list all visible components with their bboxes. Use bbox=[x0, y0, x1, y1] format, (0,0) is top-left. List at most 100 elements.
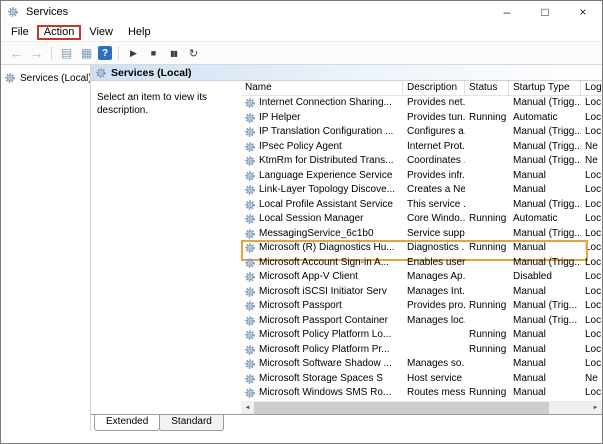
service-name-cell: MessagingService_6c1b0 bbox=[241, 227, 403, 242]
service-name: Microsoft Policy Platform Lo... bbox=[259, 329, 392, 340]
service-status bbox=[465, 183, 509, 198]
start-service-icon[interactable]: ▶ bbox=[125, 45, 142, 62]
service-row[interactable]: Language Experience Service Provides infr… bbox=[241, 169, 602, 184]
restart-service-icon[interactable]: ↻ bbox=[185, 45, 202, 62]
service-gear-icon bbox=[244, 170, 256, 182]
service-row[interactable]: Link-Layer Topology Discove... Creates a … bbox=[241, 183, 602, 198]
menubar: File Action View Help bbox=[1, 23, 602, 42]
list-body: Internet Connection Sharing... Provides n… bbox=[241, 96, 602, 401]
window-title: Services bbox=[26, 6, 69, 18]
menu-item-file[interactable]: File bbox=[4, 25, 36, 40]
service-row[interactable]: Microsoft Windows SMS Ro... Routes mess..… bbox=[241, 386, 602, 401]
tree-item-services-local[interactable]: Services (Local) bbox=[1, 70, 90, 86]
service-logon-as: Loc bbox=[585, 285, 602, 297]
scroll-right-icon[interactable]: ► bbox=[589, 402, 602, 414]
main-content: Select an item to view its description. … bbox=[91, 81, 602, 414]
service-row[interactable]: KtmRm for Distributed Trans... Coordinate… bbox=[241, 154, 602, 169]
service-logon-as: Loc bbox=[585, 111, 602, 123]
service-startup-type: Manual (Trig... bbox=[513, 314, 578, 326]
service-row[interactable]: Internet Connection Sharing... Provides n… bbox=[241, 96, 602, 111]
description-prompt: Select an item to view its description. bbox=[97, 92, 208, 116]
minimize-button[interactable]: – bbox=[488, 1, 526, 23]
service-row[interactable]: Microsoft App-V Client Manages Ap... Disab… bbox=[241, 270, 602, 285]
service-gear-icon bbox=[244, 141, 256, 153]
horizontal-scrollbar[interactable]: ◄ ► bbox=[241, 401, 602, 414]
tab-extended[interactable]: Extended bbox=[94, 415, 161, 431]
pause-service-icon[interactable]: ▮▮ bbox=[165, 45, 182, 62]
main-header: Services (Local) bbox=[91, 65, 602, 81]
service-description bbox=[403, 343, 465, 358]
stop-service-icon[interactable]: ■ bbox=[145, 45, 162, 62]
service-name: Link-Layer Topology Discove... bbox=[259, 184, 395, 195]
tab-standard[interactable]: Standard bbox=[159, 415, 224, 431]
service-status bbox=[465, 227, 509, 242]
services-list-pane: NameDescriptionStatusStartup TypeLog On … bbox=[241, 81, 602, 414]
column-header-description[interactable]: Description bbox=[403, 81, 465, 95]
service-description: Core Windo... bbox=[407, 213, 465, 224]
column-header-startup-type[interactable]: Startup Type bbox=[509, 81, 581, 95]
service-row[interactable]: MessagingService_6c1b0 Service supp... Man… bbox=[241, 227, 602, 242]
menu-item-view[interactable]: View bbox=[82, 25, 120, 40]
scroll-track[interactable] bbox=[254, 402, 589, 414]
service-row[interactable]: Microsoft Account Sign-in A... Enables us… bbox=[241, 256, 602, 271]
titlebar[interactable]: Services – □ × bbox=[1, 1, 602, 23]
service-name-cell: IPsec Policy Agent bbox=[241, 140, 403, 155]
show-console-tree-icon[interactable]: ▤ bbox=[58, 45, 75, 62]
service-row[interactable]: IPsec Policy Agent Internet Prot... Manual… bbox=[241, 140, 602, 155]
services-gear-icon bbox=[4, 72, 16, 84]
menu-item-action[interactable]: Action bbox=[37, 25, 82, 40]
service-row[interactable]: Microsoft Policy Platform Pr... Running Ma… bbox=[241, 343, 602, 358]
service-startup-type: Manual bbox=[513, 372, 546, 384]
scroll-left-icon[interactable]: ◄ bbox=[241, 402, 254, 414]
service-name-cell: Microsoft (R) Diagnostics Hu... bbox=[241, 241, 403, 256]
column-header-status[interactable]: Status bbox=[465, 81, 509, 95]
service-gear-icon bbox=[244, 112, 256, 124]
service-status bbox=[465, 198, 509, 213]
scroll-thumb[interactable] bbox=[254, 402, 549, 414]
maximize-button[interactable]: □ bbox=[526, 1, 564, 23]
service-row[interactable]: Microsoft Passport Provides pro... Running… bbox=[241, 299, 602, 314]
service-gear-icon bbox=[244, 373, 256, 385]
service-row[interactable]: Microsoft Software Shadow ... Manages so.… bbox=[241, 357, 602, 372]
column-header-name[interactable]: Name bbox=[241, 81, 403, 95]
service-logon-as: Loc bbox=[585, 256, 602, 268]
service-status bbox=[465, 357, 509, 372]
service-row[interactable]: Microsoft Policy Platform Lo... Running Ma… bbox=[241, 328, 602, 343]
forward-icon[interactable]: → bbox=[28, 45, 45, 62]
service-logon-as: Loc bbox=[585, 343, 602, 355]
service-gear-icon bbox=[244, 271, 256, 283]
service-row[interactable]: Microsoft (R) Diagnostics Hu... Diagnosti… bbox=[241, 240, 602, 260]
service-description: Creates a Ne... bbox=[407, 184, 465, 195]
export-list-icon[interactable]: ▦ bbox=[78, 45, 95, 62]
service-name-cell: Microsoft Storage Spaces S bbox=[241, 372, 403, 387]
service-startup-type: Manual bbox=[513, 184, 546, 195]
back-icon[interactable]: ← bbox=[8, 45, 25, 62]
service-row[interactable]: IP Translation Configuration ... Configur… bbox=[241, 125, 602, 140]
help-icon[interactable]: ? bbox=[98, 46, 112, 60]
service-row[interactable]: Microsoft Passport Container Manages loc.… bbox=[241, 314, 602, 329]
service-row[interactable]: Local Profile Assistant Service This serv… bbox=[241, 198, 602, 213]
service-gear-icon bbox=[244, 199, 256, 211]
service-gear-icon bbox=[244, 184, 256, 196]
service-row[interactable]: Local Session Manager Core Windo... Runnin… bbox=[241, 212, 602, 227]
service-row[interactable]: Microsoft iSCSI Initiator Serv Manages In… bbox=[241, 285, 602, 300]
service-description: Service supp... bbox=[407, 227, 465, 239]
console-tree-pane: Services (Local) bbox=[1, 65, 91, 431]
service-logon-as: Loc bbox=[585, 358, 602, 369]
service-name: Microsoft Software Shadow ... bbox=[259, 358, 392, 369]
menu-item-help[interactable]: Help bbox=[121, 25, 158, 40]
column-header-log-on-as[interactable]: Log On As bbox=[581, 81, 602, 95]
service-name-cell: Microsoft Account Sign-in A... bbox=[241, 256, 403, 271]
close-button[interactable]: × bbox=[564, 1, 602, 23]
tree-item-label: Services (Local) bbox=[20, 72, 90, 84]
service-logon-as: Loc bbox=[585, 300, 602, 311]
service-logon-as: Ne bbox=[585, 372, 598, 384]
service-name: Internet Connection Sharing... bbox=[259, 97, 392, 108]
service-description: Provides tun... bbox=[407, 111, 465, 123]
service-row[interactable]: IP Helper Provides tun... Running Automatic… bbox=[241, 111, 602, 126]
service-startup-type: Manual (Trigg... bbox=[513, 97, 581, 108]
service-logon-as: Loc bbox=[585, 271, 602, 282]
service-row[interactable]: Microsoft Storage Spaces S Host service .… bbox=[241, 372, 602, 387]
service-name-cell: Microsoft Policy Platform Lo... bbox=[241, 328, 403, 343]
service-name-cell: Link-Layer Topology Discove... bbox=[241, 183, 403, 198]
